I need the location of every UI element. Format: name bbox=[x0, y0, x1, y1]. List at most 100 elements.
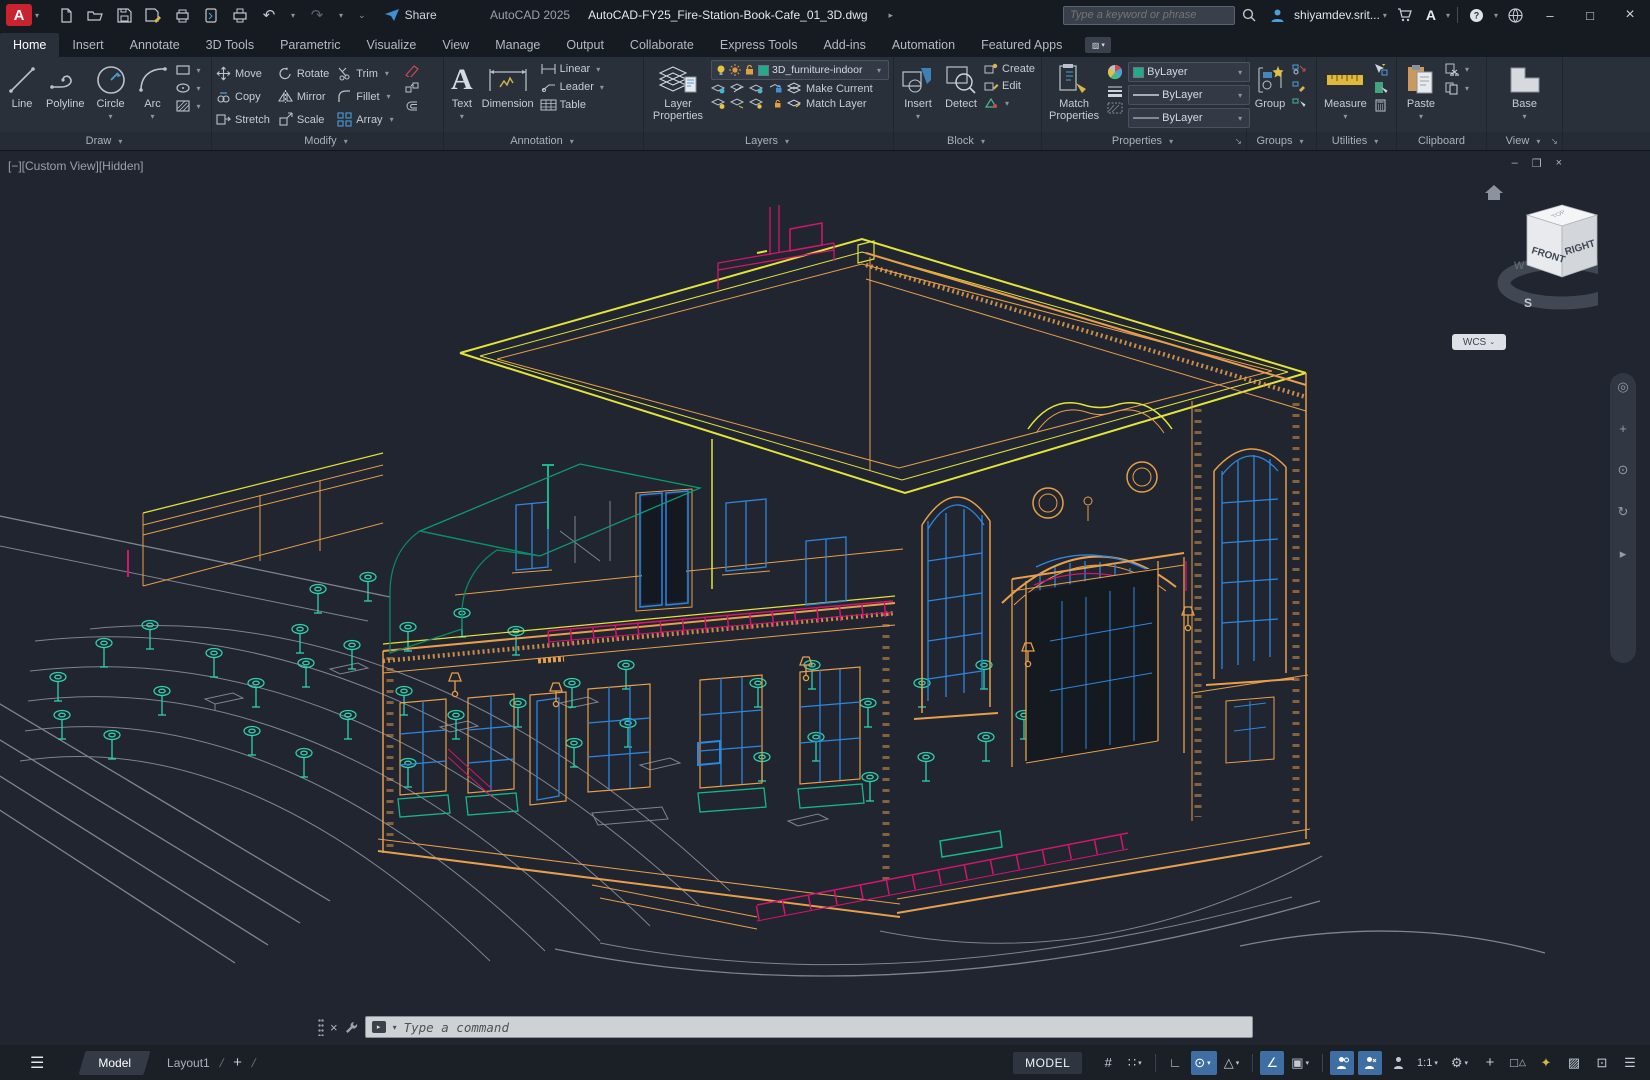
match-layer-button[interactable]: Match Layer bbox=[806, 98, 867, 110]
layer-select-chevron-icon[interactable]: ▾ bbox=[877, 66, 881, 75]
detect-button[interactable]: Detect bbox=[941, 60, 981, 112]
transparency-icon[interactable] bbox=[1107, 102, 1123, 114]
scale-button[interactable]: Scale bbox=[278, 108, 329, 131]
undo-chevron-icon[interactable]: ▾ bbox=[291, 11, 295, 20]
qat-customize-icon[interactable]: ⌄ bbox=[358, 10, 366, 21]
search-input[interactable] bbox=[1063, 5, 1236, 25]
new-layout-button[interactable]: + bbox=[233, 1054, 242, 1071]
tab-parametric[interactable]: Parametric bbox=[267, 33, 353, 57]
tab-featured-apps[interactable]: Featured Apps bbox=[968, 33, 1075, 57]
panel-label-layers[interactable]: Layers ▾ bbox=[644, 132, 893, 150]
layer-properties-button[interactable]: Layer Properties bbox=[648, 60, 708, 123]
edit-block-button[interactable]: Edit bbox=[984, 80, 1035, 92]
app-logo[interactable]: A bbox=[6, 4, 32, 26]
copy-clip-button[interactable]: ▾ bbox=[1444, 82, 1472, 95]
array-button[interactable]: Array ▾ bbox=[337, 108, 396, 131]
share-button[interactable]: Share bbox=[384, 8, 437, 22]
object-color-select[interactable]: ByLayer ▾ bbox=[1128, 62, 1251, 82]
offset-button[interactable] bbox=[404, 99, 420, 113]
insert-chevron-icon[interactable]: ▾ bbox=[916, 111, 920, 123]
layer-isolate-icon[interactable] bbox=[711, 82, 726, 95]
print-button[interactable] bbox=[230, 5, 250, 25]
user-menu-chevron-icon[interactable]: ▾ bbox=[1383, 11, 1387, 20]
group-edit-button[interactable] bbox=[1292, 80, 1306, 92]
layout1-tab[interactable]: Layout1 bbox=[167, 1056, 210, 1070]
rotate-button[interactable]: Rotate bbox=[278, 62, 329, 85]
insert-button[interactable]: Insert ▾ bbox=[898, 60, 938, 123]
calculator-button[interactable] bbox=[1373, 99, 1388, 112]
tab-view[interactable]: View bbox=[429, 33, 482, 57]
match-properties-button[interactable]: Match Properties bbox=[1046, 60, 1102, 123]
status-plus-button[interactable]: + bbox=[1478, 1051, 1502, 1075]
media-graphics-button[interactable]: ▨ bbox=[1562, 1051, 1586, 1075]
ortho-toggle[interactable]: ∟ bbox=[1163, 1051, 1187, 1075]
erase-button[interactable] bbox=[404, 63, 420, 77]
viewport-controls-label[interactable]: [−][Custom View][Hidden] bbox=[8, 159, 144, 173]
redo-chevron-icon[interactable]: ▾ bbox=[339, 11, 343, 20]
create-block-button[interactable]: Create bbox=[984, 63, 1035, 75]
annotation-visibility-toggle[interactable] bbox=[1330, 1050, 1355, 1075]
hatch-button[interactable]: ▾ bbox=[175, 99, 204, 113]
isolate-objects-toggle[interactable]: □ △ bbox=[1506, 1051, 1530, 1075]
save-as-button[interactable] bbox=[143, 5, 163, 25]
panel-label-annotation[interactable]: Annotation ▾ bbox=[444, 132, 643, 150]
command-input[interactable]: ▸ ▾ Type a command bbox=[364, 1016, 1253, 1038]
zoom-icon[interactable]: ⊙ bbox=[1618, 462, 1629, 478]
viewport-minimize-button[interactable]: – bbox=[1512, 157, 1518, 170]
tab-insert[interactable]: Insert bbox=[59, 33, 116, 57]
measure-button[interactable]: Measure ▾ bbox=[1321, 60, 1370, 123]
model-space-badge[interactable]: MODEL bbox=[1013, 1051, 1083, 1074]
quick-select-button[interactable] bbox=[1373, 63, 1388, 76]
panel-label-utilities[interactable]: Utilities ▾ bbox=[1317, 132, 1396, 150]
layer-unlock-icon[interactable] bbox=[744, 64, 755, 76]
match-layer-icon[interactable] bbox=[787, 97, 802, 110]
panel-label-draw[interactable]: Draw ▾ bbox=[0, 132, 211, 150]
isodraft-toggle[interactable]: △ ▾ bbox=[1221, 1051, 1246, 1075]
tab-manage[interactable]: Manage bbox=[482, 33, 553, 57]
layer-thaw-sun-icon[interactable] bbox=[729, 64, 741, 76]
user-avatar-icon[interactable] bbox=[1270, 8, 1285, 23]
dynamic-input-toggle[interactable]: ▣ ▾ bbox=[1288, 1051, 1315, 1075]
layer-on-all-icon[interactable] bbox=[749, 97, 764, 110]
rectangle-button[interactable]: ▾ bbox=[175, 63, 204, 77]
array-chevron-icon[interactable]: ▾ bbox=[390, 115, 394, 124]
tab-3d-tools[interactable]: 3D Tools bbox=[193, 33, 267, 57]
cart-icon[interactable] bbox=[1397, 8, 1412, 22]
command-bar-grip[interactable] bbox=[318, 1018, 324, 1036]
grid-toggle[interactable]: # bbox=[1096, 1051, 1120, 1075]
layer-lock-icon[interactable] bbox=[768, 82, 783, 95]
layer-unlock-all-icon[interactable] bbox=[768, 97, 783, 110]
workspace-switching[interactable]: ⚙ ▾ bbox=[1448, 1051, 1474, 1075]
window-close-button[interactable]: × bbox=[1610, 0, 1650, 30]
arc-chevron-icon[interactable]: ▾ bbox=[151, 111, 155, 123]
polar-tracking-toggle[interactable]: ⊙ ▾ bbox=[1191, 1050, 1217, 1075]
redo-button[interactable]: ↷ bbox=[307, 5, 327, 25]
help-icon[interactable]: ? bbox=[1469, 8, 1484, 23]
measure-chevron-icon[interactable]: ▾ bbox=[1343, 111, 1347, 123]
leader-chevron-icon[interactable]: ▾ bbox=[600, 83, 604, 92]
search-icon[interactable] bbox=[1242, 8, 1256, 22]
command-customize-wrench-icon[interactable] bbox=[344, 1020, 359, 1035]
drawing-viewport[interactable]: [−][Custom View][Hidden] – ❒ × W N S E F… bbox=[0, 150, 1650, 1045]
arc-button[interactable]: Arc ▾ bbox=[134, 60, 172, 123]
view-dialog-launcher-icon[interactable]: ↘ bbox=[1550, 136, 1558, 147]
network-status-icon[interactable] bbox=[1508, 7, 1523, 23]
layer-freeze-icon[interactable] bbox=[730, 82, 745, 95]
open-file-button[interactable] bbox=[85, 5, 105, 25]
group-selection-button[interactable] bbox=[1292, 97, 1306, 109]
model-tab[interactable]: Model bbox=[78, 1050, 151, 1075]
annotation-scale-icon-button[interactable] bbox=[1386, 1051, 1410, 1075]
annotation-scale-value[interactable]: 1:1 ▾ bbox=[1414, 1051, 1444, 1075]
clean-screen-toggle[interactable]: ⊡ bbox=[1590, 1051, 1614, 1075]
trim-button[interactable]: Trim ▾ bbox=[337, 62, 396, 85]
window-minimize-button[interactable]: – bbox=[1530, 0, 1570, 30]
ellipse-button[interactable]: ▾ bbox=[175, 81, 204, 95]
trim-chevron-icon[interactable]: ▾ bbox=[385, 69, 389, 78]
make-current-button[interactable]: Make Current bbox=[806, 83, 873, 95]
autodesk-logo-icon[interactable]: A bbox=[1426, 7, 1436, 23]
tab-visualize[interactable]: Visualize bbox=[354, 33, 430, 57]
quick-calc-button[interactable] bbox=[1373, 81, 1388, 94]
showmotion-icon[interactable]: ▸ bbox=[1620, 546, 1627, 562]
command-prompt-icon[interactable]: ▸ bbox=[371, 1021, 386, 1033]
lineweight-icon[interactable] bbox=[1107, 85, 1123, 97]
